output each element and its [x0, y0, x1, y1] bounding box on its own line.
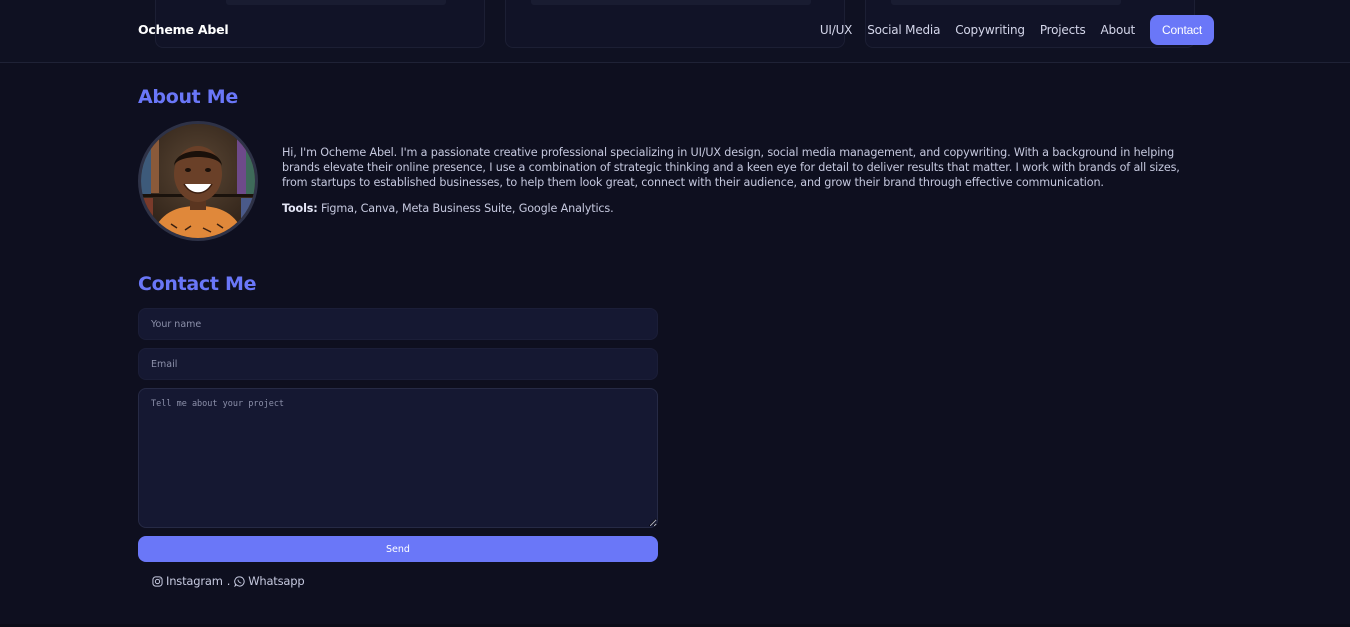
whatsapp-label: Whatsapp [248, 574, 305, 588]
instagram-label: Instagram [166, 574, 223, 588]
nav-contact-button[interactable]: Contact [1150, 15, 1214, 45]
portrait-image [141, 124, 255, 238]
about-tools: Tools: Figma, Canva, Meta Business Suite… [282, 202, 614, 215]
nav-about[interactable]: About [1101, 23, 1136, 37]
tools-label: Tools: [282, 202, 318, 215]
social-separator: . [226, 574, 231, 588]
about-bio: Hi, I'm Ocheme Abel. I'm a passionate cr… [282, 146, 1180, 189]
instagram-icon [152, 575, 163, 587]
main-nav: UI/UX Social Media Copywriting Projects … [820, 15, 1214, 45]
nav-uiux[interactable]: UI/UX [820, 23, 853, 37]
background-card-line [891, 0, 1121, 5]
name-input[interactable] [138, 308, 658, 340]
avatar [138, 121, 258, 241]
nav-projects[interactable]: Projects [1040, 23, 1086, 37]
nav-copywriting[interactable]: Copywriting [955, 23, 1025, 37]
about-title: About Me [138, 86, 238, 108]
site-header: Ocheme Abel UI/UX Social Media Copywriti… [0, 0, 1350, 63]
instagram-link[interactable]: Instagram [152, 574, 223, 588]
background-card [505, 0, 845, 48]
contact-title: Contact Me [138, 273, 257, 295]
nav-social-media[interactable]: Social Media [867, 23, 940, 37]
message-textarea[interactable] [138, 388, 658, 528]
social-links: Instagram . Whatsapp [152, 574, 305, 588]
brand-name[interactable]: Ocheme Abel [138, 22, 229, 37]
whatsapp-icon [234, 575, 245, 587]
tools-value: Figma, Canva, Meta Business Suite, Googl… [321, 202, 614, 215]
whatsapp-link[interactable]: Whatsapp [234, 574, 305, 588]
email-input[interactable] [138, 348, 658, 380]
background-card-line [226, 0, 446, 5]
background-card-line [531, 0, 811, 5]
send-button[interactable]: Send [138, 536, 658, 562]
